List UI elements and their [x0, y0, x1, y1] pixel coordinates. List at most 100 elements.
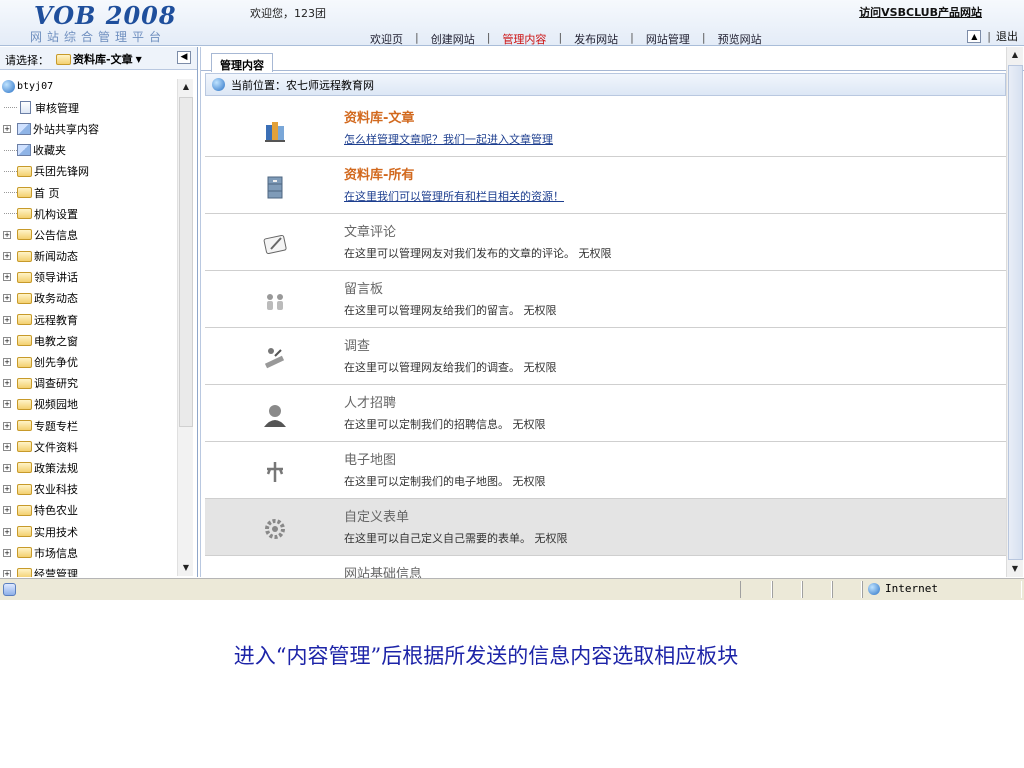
- module-row: 电子地图 在这里可以定制我们的电子地图。 无权限: [205, 442, 1006, 499]
- expand-icon[interactable]: +: [3, 485, 11, 494]
- expand-icon[interactable]: +: [3, 569, 11, 577]
- tree-item-label: 机构设置: [34, 207, 78, 221]
- tab-manage-content[interactable]: 管理内容: [211, 53, 273, 72]
- tree-item-label: 调查研究: [34, 377, 78, 391]
- collapse-header-button[interactable]: ▲: [967, 29, 982, 43]
- expand-icon[interactable]: +: [3, 463, 11, 472]
- module-title[interactable]: 资料库-所有: [344, 164, 414, 183]
- logout-link[interactable]: 退出: [996, 28, 1018, 44]
- tree-item[interactable]: 兵团先锋网: [0, 161, 178, 182]
- tree-item-label: 农业科技: [34, 483, 78, 497]
- sidebar-scrollbar[interactable]: ▲ ▼: [177, 79, 193, 576]
- expand-icon[interactable]: +: [3, 273, 11, 282]
- expand-icon[interactable]: +: [3, 548, 11, 557]
- scroll-down-arrow-icon[interactable]: ▼: [1007, 561, 1023, 577]
- expand-icon[interactable]: +: [3, 527, 11, 536]
- expand-icon[interactable]: +: [3, 400, 11, 409]
- tree-item[interactable]: + 调查研究: [0, 373, 178, 394]
- zone-label: Internet: [885, 582, 938, 595]
- module-row[interactable]: 资料库-所有在这里我们可以管理所有和栏目相关的资源！: [205, 157, 1006, 214]
- expand-icon[interactable]: +: [3, 315, 11, 324]
- expand-icon[interactable]: +: [3, 421, 11, 430]
- tree-item-label: 审核管理: [35, 101, 79, 115]
- folder-icon: [17, 398, 32, 410]
- scroll-up-arrow-icon[interactable]: ▲: [1007, 47, 1023, 63]
- module-description: 在这里可以定制我们的招聘信息。 无权限: [344, 418, 546, 431]
- tree-item[interactable]: 首 页: [0, 182, 178, 203]
- folder-icon: [17, 568, 32, 577]
- tree-item[interactable]: + 专题专栏: [0, 415, 178, 436]
- tree-item[interactable]: + 特色农业: [0, 500, 178, 521]
- module-description: 在这里可以自己定义自己需要的表单。 无权限: [344, 532, 568, 545]
- folder-icon: [17, 462, 32, 474]
- tree-item[interactable]: + 创先争优: [0, 351, 178, 372]
- tree-item[interactable]: + 视频园地: [0, 394, 178, 415]
- folder-icon: [17, 526, 32, 538]
- browser-window: VOB 2008 网站综合管理平台 欢迎您，123团 欢迎页 | 创建网站 | 管理内容…: [0, 0, 1024, 600]
- expand-icon[interactable]: +: [3, 442, 11, 451]
- users-icon: [261, 287, 289, 315]
- tree-connector: [4, 192, 17, 194]
- tree-item[interactable]: + 外站共享内容: [0, 118, 178, 139]
- tree-item-label: 新闻动态: [34, 250, 78, 264]
- nav-item-5[interactable]: 预览网站: [706, 31, 774, 47]
- folder-icon: [17, 271, 32, 283]
- location-icon: [212, 78, 225, 91]
- collapse-sidebar-button[interactable]: ◀: [177, 51, 191, 64]
- select-label: 请选择：: [5, 54, 49, 67]
- expand-icon[interactable]: +: [3, 124, 11, 133]
- expand-icon[interactable]: +: [3, 230, 11, 239]
- nav-item-3[interactable]: 发布网站: [562, 31, 630, 47]
- welcome-text: 欢迎您，123团: [250, 7, 326, 20]
- globe-icon: [868, 582, 880, 595]
- tree-item[interactable]: + 领导讲话: [0, 267, 178, 288]
- tree-item[interactable]: + 公告信息: [0, 224, 178, 245]
- tree-item[interactable]: + 电教之窗: [0, 330, 178, 351]
- globe-icon: [2, 80, 15, 94]
- scroll-up-arrow-icon[interactable]: ▲: [178, 79, 194, 95]
- tree-item[interactable]: + 实用技术: [0, 521, 178, 542]
- tree-item[interactable]: + 远程教育: [0, 309, 178, 330]
- module-title: 人才招聘: [344, 396, 397, 411]
- content-tree: btyj07 审核管理 + 外站共享内容 收藏夹 兵团先锋网首 页机构设置 + 公告信息 + 新…: [0, 72, 178, 577]
- library-select[interactable]: 资料库-文章 ▼: [56, 51, 142, 67]
- module-description[interactable]: 在这里我们可以管理所有和栏目相关的资源！: [344, 188, 564, 204]
- module-row[interactable]: 资料库-文章怎么样管理文章呢？我们一起进入文章管理: [205, 100, 1006, 157]
- tree-item-label: 政务动态: [34, 292, 78, 306]
- main-scrollbar[interactable]: ▲ ▼: [1006, 47, 1023, 577]
- expand-icon[interactable]: +: [3, 358, 11, 367]
- tree-item[interactable]: 收藏夹: [0, 140, 178, 161]
- tree-item[interactable]: + 政策法规: [0, 457, 178, 478]
- tree-item-label: 领导讲话: [34, 271, 78, 285]
- tree-root[interactable]: btyj07: [0, 76, 178, 97]
- module-description: 在这里可以定制我们的电子地图。 无权限: [344, 475, 546, 488]
- nav-item-1[interactable]: 创建网站: [419, 31, 487, 47]
- expand-icon[interactable]: +: [3, 506, 11, 515]
- tree-item-label: 特色农业: [34, 504, 78, 518]
- module-description[interactable]: 怎么样管理文章呢？我们一起进入文章管理: [344, 131, 553, 147]
- module-title: 调查: [344, 339, 371, 354]
- scroll-down-arrow-icon[interactable]: ▼: [178, 560, 194, 576]
- tree-item-label: 市场信息: [34, 546, 78, 560]
- security-zone: Internet: [866, 582, 938, 595]
- tree-item[interactable]: + 政务动态: [0, 288, 178, 309]
- tree-item[interactable]: + 新闻动态: [0, 246, 178, 267]
- scroll-thumb[interactable]: [179, 97, 193, 427]
- module-title[interactable]: 资料库-文章: [344, 107, 414, 126]
- expand-icon[interactable]: +: [3, 294, 11, 303]
- visit-site-link[interactable]: 访问VSBCLUB产品网站: [859, 4, 982, 20]
- tree-item-label: 创先争优: [34, 356, 78, 370]
- tree-item[interactable]: 审核管理: [0, 97, 178, 118]
- tree-item[interactable]: + 农业科技: [0, 479, 178, 500]
- tree-item[interactable]: + 文件资料: [0, 436, 178, 457]
- tree-item[interactable]: + 市场信息: [0, 542, 178, 563]
- nav-item-4[interactable]: 网站管理: [634, 31, 702, 47]
- expand-icon[interactable]: +: [3, 336, 11, 345]
- scroll-thumb[interactable]: [1008, 65, 1023, 560]
- expand-icon[interactable]: +: [3, 252, 11, 261]
- tree-item[interactable]: + 经营管理: [0, 563, 178, 577]
- expand-icon[interactable]: +: [3, 379, 11, 388]
- tree-item[interactable]: 机构设置: [0, 203, 178, 224]
- nav-item-0[interactable]: 欢迎页: [358, 31, 415, 47]
- nav-item-2[interactable]: 管理内容: [490, 31, 558, 47]
